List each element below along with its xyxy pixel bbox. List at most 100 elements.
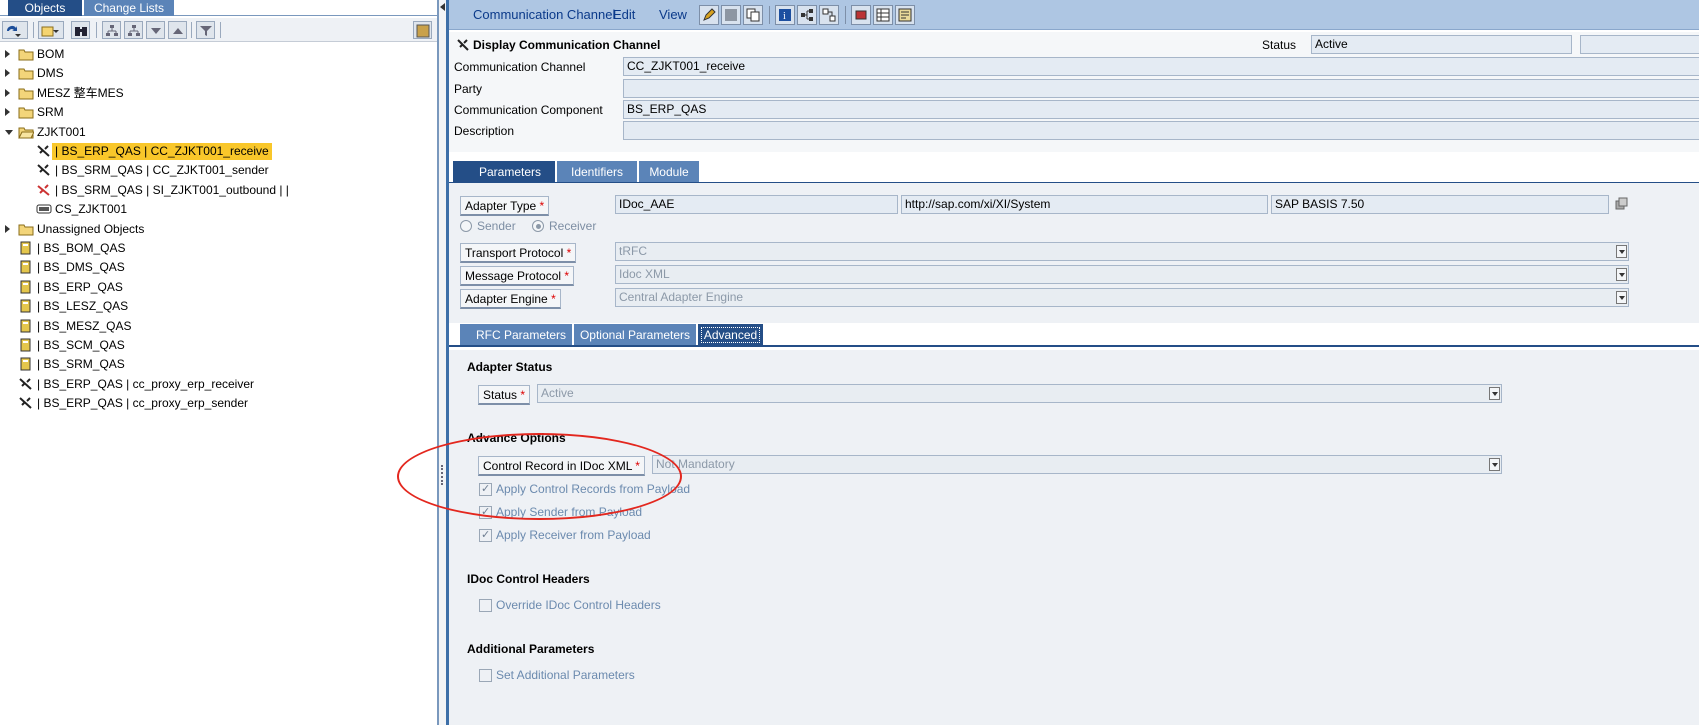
tab-advanced[interactable]: Advanced [698,324,763,346]
tree-item[interactable]: Unassigned Objects [0,219,437,240]
where-used-button[interactable] [797,5,817,25]
panel-icon [416,24,430,38]
transport-button[interactable] [851,5,871,25]
tree-item[interactable]: | BS_BOM_QAS [0,238,437,259]
tab-module[interactable]: Module [639,161,699,183]
sender-radio[interactable] [460,220,472,232]
adapter-namespace-field: http://sap.com/xi/XI/System [901,195,1268,214]
channel-label: Communication Channel [454,60,586,74]
tree-item[interactable]: | BS_MESZ_QAS [0,316,437,337]
where-used-icon [801,9,813,21]
menu-communication-channel[interactable]: Communication Channel [473,7,615,22]
tree-item-label: ZJKT001 [37,124,86,139]
tree-item[interactable]: | BS_SRM_QAS | CC_ZJKT001_sender [0,160,437,181]
expand-arrow-icon[interactable] [5,224,10,233]
expand-arrow-icon[interactable] [5,108,10,117]
tab-rfc-parameters[interactable]: RFC Parameters [460,324,572,346]
transport-protocol-label: Transport Protocol * [460,243,577,263]
set-additional-checkbox[interactable] [479,669,492,682]
tree-item[interactable]: MESZ 整车MES [0,83,437,104]
history-button[interactable] [895,5,915,25]
collapse-left-icon[interactable] [440,3,445,11]
tree-item[interactable]: | BS_ERP_QAS | cc_proxy_erp_receiver [0,374,437,395]
tree-item[interactable]: | BS_DMS_QAS [0,257,437,278]
tab-parameters[interactable]: Parameters [453,161,555,183]
tree-item-label: | BS_ERP_QAS [37,279,123,294]
transport-protocol-select[interactable]: tRFC [615,242,1629,261]
tree-item[interactable]: | BS_SCM_QAS [0,335,437,356]
scenario-icon [36,202,52,219]
expand-arrow-icon[interactable] [5,69,10,78]
hierarchy-alt-button[interactable] [124,21,143,39]
binoculars-button[interactable] [71,21,90,39]
tree-item[interactable]: SRM [0,102,437,123]
tree-item[interactable]: BOM [0,44,437,65]
relations-button[interactable] [819,5,839,25]
dropdown-arrow-icon [1616,268,1627,281]
tree-item[interactable]: | BS_ERP_QAS | cc_proxy_erp_sender [0,393,437,414]
tree-item[interactable]: | BS_ERP_QAS | CC_ZJKT001_receive [0,141,437,162]
expand-arrow-icon[interactable] [5,88,10,97]
expand-arrow-icon[interactable] [5,50,10,58]
tree-item[interactable]: | BS_ERP_QAS [0,277,437,298]
tab-identifiers[interactable]: Identifiers [557,161,637,183]
menu-bar: Communication Channel Edit View i [449,0,1699,30]
adapter-engine-label: Adapter Engine * [460,289,561,309]
adapter-type-field[interactable]: IDoc_AAE [615,195,898,214]
binoculars-icon [75,27,87,36]
collapse-all-button[interactable] [168,21,187,39]
tree-item[interactable]: | BS_SRM_QAS [0,354,437,375]
page-title: Display Communication Channel [473,38,661,52]
component-icon [18,357,34,374]
panel-toggle-button[interactable] [413,21,432,39]
info-button[interactable]: i [775,5,795,25]
expand-arrow-icon[interactable] [5,129,13,135]
message-protocol-select[interactable]: Idoc XML [615,265,1629,284]
highlight-annotation [397,433,682,520]
hierarchy-button[interactable] [102,21,121,39]
tab-change-lists[interactable]: Change Lists [84,0,174,16]
adapter-type-label: Adapter Type * [460,196,550,216]
table-button[interactable] [873,5,893,25]
refresh-button[interactable] [2,21,28,39]
tree-item-label: CS_ZJKT001 [55,202,128,217]
pane-splitter[interactable] [437,0,449,725]
receiver-radio[interactable] [532,220,544,232]
dropdown-arrow-icon [1489,458,1500,471]
parameters-panel: Adapter Type * IDoc_AAE http://sap.com/x… [449,183,1699,323]
tree-item[interactable]: CS_ZJKT001 [0,199,437,220]
idoc-control-headers-title: IDoc Control Headers [467,572,590,586]
adapter-status-select[interactable]: Active [537,384,1502,403]
save-button[interactable] [721,5,741,25]
copy-icon[interactable] [1615,197,1629,211]
override-headers-checkbox[interactable] [479,599,492,612]
menu-edit[interactable]: Edit [613,7,635,22]
expand-all-button[interactable] [146,21,165,39]
tree-item[interactable]: ZJKT001 [0,122,437,143]
menu-view[interactable]: View [659,7,687,22]
left-tab-bar: Objects Change Lists [0,0,437,16]
tab-optional-parameters[interactable]: Optional Parameters [574,324,696,346]
channel-icon [457,39,469,51]
tree-item-label: SRM [37,105,64,120]
control-record-select[interactable]: Not Mandatory [652,455,1502,474]
filter-button[interactable] [196,21,215,39]
tab-objects[interactable]: Objects [8,0,82,16]
adapter-status-title: Adapter Status [467,360,553,374]
edit-button[interactable] [699,5,719,25]
apply-receiver-checkbox[interactable] [479,528,492,542]
copy-button[interactable] [743,5,763,25]
tree-item-label: | BS_ERP_QAS | cc_proxy_erp_receiver [37,376,254,391]
channel-icon [36,163,52,180]
party-field [623,79,1699,98]
tree-item[interactable]: | BS_SRM_QAS | SI_ZJKT001_outbound | | [0,180,437,201]
new-object-button[interactable] [38,21,64,39]
channel-icon [18,396,34,413]
tree-item[interactable]: DMS [0,63,437,84]
adapter-engine-select[interactable]: Central Adapter Engine [615,288,1629,307]
relations-icon [822,8,836,22]
tree-item[interactable]: | BS_LESZ_QAS [0,296,437,317]
expand-icon [151,28,161,34]
folder-icon [18,222,34,239]
component-icon [18,319,34,336]
